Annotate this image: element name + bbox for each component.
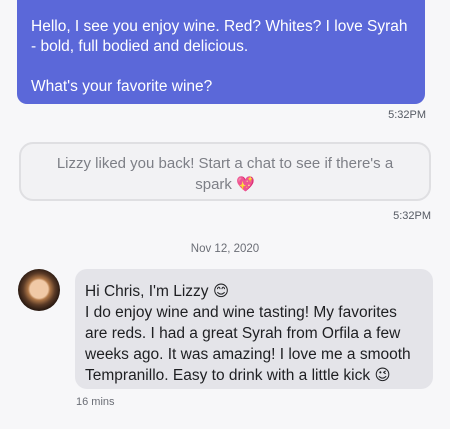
outgoing-message-text: Hello, I see you enjoy wine. Red? Whites… bbox=[31, 18, 408, 55]
outgoing-message-bubble[interactable]: Hello, I see you enjoy wine. Red? Whites… bbox=[17, 0, 425, 104]
chat-thread: Hello, I see you enjoy wine. Red? Whites… bbox=[0, 0, 450, 429]
match-notice-timestamp: 5:32PM bbox=[393, 210, 431, 222]
incoming-message-bubble[interactable]: Hi Chris, I'm Lizzy 😊 I do enjoy wine an… bbox=[75, 269, 433, 389]
date-separator: Nov 12, 2020 bbox=[190, 243, 260, 255]
outgoing-message-question: What's your favorite wine? bbox=[31, 78, 213, 95]
outgoing-message-timestamp: 5:32PM bbox=[388, 109, 426, 121]
incoming-message-text: I do enjoy wine and wine tasting! My fav… bbox=[85, 304, 411, 384]
match-notice-text: Lizzy liked you back! Start a chat to se… bbox=[56, 155, 394, 193]
incoming-message-greeting: Hi Chris, I'm Lizzy 😊 bbox=[85, 283, 229, 300]
match-notice-bubble: Lizzy liked you back! Start a chat to se… bbox=[19, 142, 431, 201]
avatar[interactable] bbox=[18, 269, 60, 311]
incoming-message-age: 16 mins bbox=[76, 396, 115, 408]
